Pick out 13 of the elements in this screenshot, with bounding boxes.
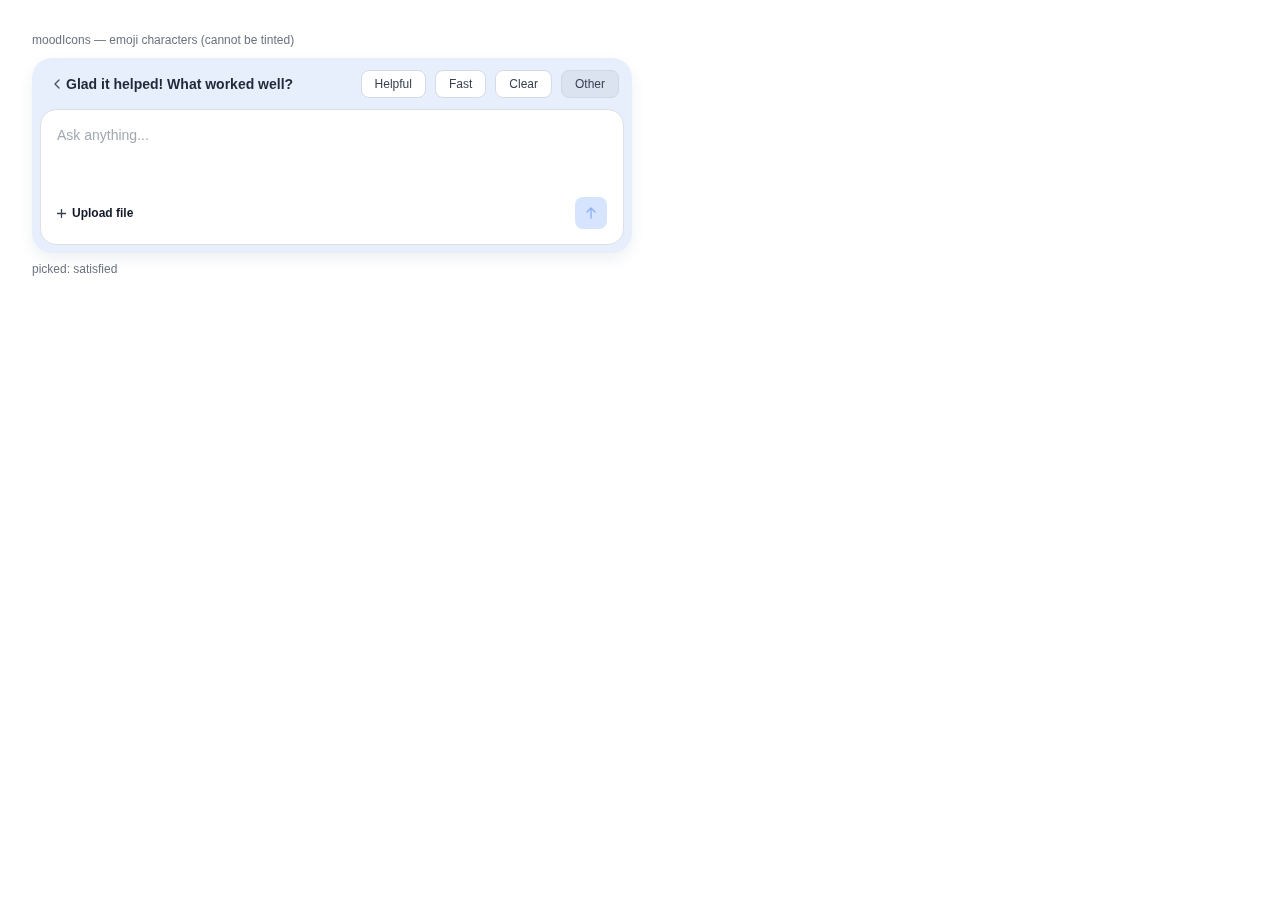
- feedback-chip[interactable]: Helpful: [360, 69, 426, 98]
- feedback-chip[interactable]: Other: [561, 69, 619, 98]
- feedback-chip[interactable]: Clear: [495, 69, 552, 98]
- status-text: picked: satisfied: [32, 261, 119, 277]
- chevron-left-icon: [54, 78, 60, 89]
- plus-icon: [57, 208, 66, 218]
- arrow-up-icon: [586, 207, 596, 219]
- caption-text: moodIcons — emoji characters (cannot be tinted): [32, 32, 296, 48]
- upload-file-button[interactable]: Upload file: [57, 206, 134, 220]
- composer-box[interactable]: Ask anything... Upload file: [40, 109, 624, 245]
- feedback-chip[interactable]: Fast: [434, 69, 487, 98]
- message-input[interactable]: Ask anything...: [57, 125, 607, 189]
- panel-title: Glad it helped! What worked well?: [66, 75, 294, 92]
